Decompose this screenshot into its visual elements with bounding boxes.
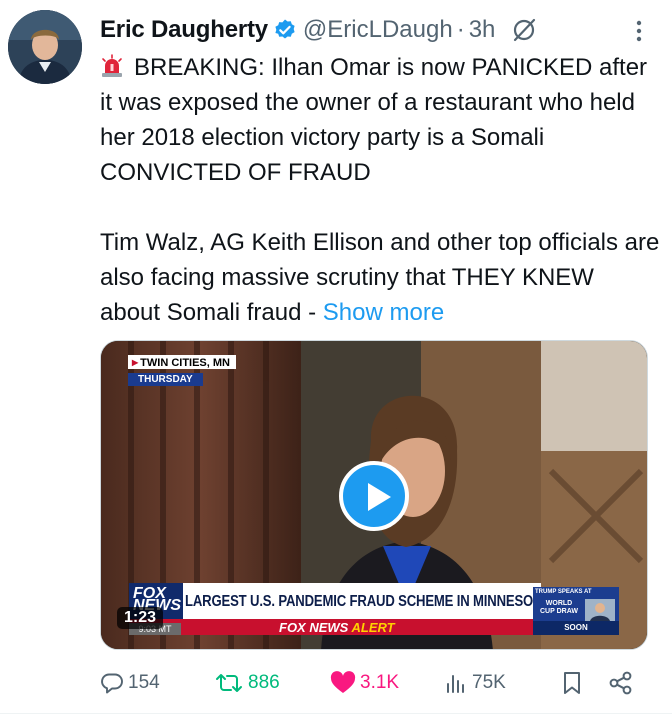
video-duration: 1:23: [117, 607, 164, 629]
show-more-link[interactable]: Show more: [323, 299, 444, 326]
retweet-button[interactable]: 886: [214, 666, 280, 700]
upcoming-title: TRUMP SPEAKS AT: [535, 589, 592, 595]
share-button[interactable]: [608, 666, 638, 700]
upcoming-segment: TRUMP SPEAKS AT WORLD CUP DRAW SOON: [533, 587, 619, 635]
alert-text: FOX NEWS ALERT: [279, 620, 395, 635]
siren-emoji-icon: [102, 54, 122, 77]
play-button[interactable]: [339, 461, 409, 531]
more-vertical-icon[interactable]: [630, 18, 648, 44]
avatar[interactable]: [8, 10, 82, 84]
grok-icon[interactable]: [511, 17, 537, 43]
tweet-divider: [0, 713, 672, 714]
play-icon: [368, 483, 391, 511]
header-separator: ·: [456, 16, 465, 43]
reply-count: 154: [128, 672, 160, 693]
tweet-text: BREAKING: Ilhan Omar is now PANICKED aft…: [100, 50, 660, 330]
analytics-icon: [447, 675, 464, 693]
video-player[interactable]: TWIN CITIES, MN THURSDAY FOX NEWS LARGES…: [100, 340, 648, 650]
share-icon: [609, 671, 632, 695]
bookmark-button[interactable]: [560, 666, 588, 700]
alert-word: ALERT: [351, 620, 395, 635]
reply-icon: [101, 673, 123, 694]
alert-prefix: FOX NEWS: [279, 620, 349, 635]
location-label: TWIN CITIES, MN: [128, 355, 236, 369]
news-alert-bar: FOX NEWS ALERT: [129, 619, 541, 635]
like-count: 3.1K: [360, 672, 400, 693]
tweet-timestamp[interactable]: 3h: [469, 16, 496, 44]
reply-button[interactable]: 154: [100, 666, 160, 700]
action-bar: 154 886 3.1K 75K: [100, 666, 648, 700]
news-chyron: FOX NEWS LARGEST U.S. PANDEMIC FRAUD SCH…: [129, 583, 549, 619]
tweet-paragraph-2: Tim Walz, AG Keith Ellison and other top…: [100, 225, 660, 330]
retweet-icon: [216, 674, 242, 692]
verified-badge-icon: [275, 19, 295, 39]
author-handle[interactable]: @EricLDaugh: [303, 16, 453, 44]
tweet-paragraph-1-text: BREAKING: Ilhan Omar is now PANICKED aft…: [100, 54, 648, 186]
upcoming-soon: SOON: [533, 621, 619, 635]
bookmark-icon: [564, 672, 580, 694]
avatar-photo: [8, 10, 82, 84]
location-caption: TWIN CITIES, MN THURSDAY: [128, 355, 236, 387]
day-label: THURSDAY: [128, 373, 203, 386]
like-button[interactable]: 3.1K: [330, 666, 399, 700]
upcoming-subtitle: WORLD CUP DRAW: [540, 600, 578, 615]
author-name[interactable]: Eric Daugherty: [100, 16, 268, 44]
chyron-headline: LARGEST U.S. PANDEMIC FRAUD SCHEME IN MI…: [185, 593, 550, 610]
views-button[interactable]: 75K: [444, 666, 506, 700]
heart-icon: [330, 671, 356, 693]
tweet-header: Eric Daugherty @EricLDaugh · 3h: [100, 14, 648, 46]
tweet-paragraph-1: BREAKING: Ilhan Omar is now PANICKED aft…: [100, 50, 660, 190]
retweet-count: 886: [248, 672, 280, 693]
view-count: 75K: [472, 672, 506, 693]
upcoming-thumbnail: [585, 599, 615, 621]
